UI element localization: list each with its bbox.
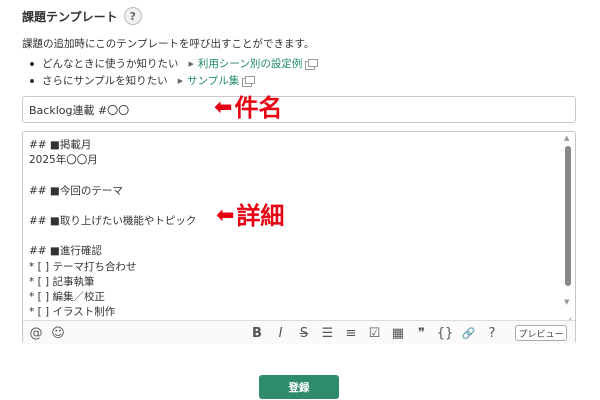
numbered-list-icon[interactable]: ≡	[341, 324, 361, 342]
detail-textarea[interactable]: ## ■掲載月 2025年〇〇月 ## ■今回のテーマ ## ■取り上げたい機能やトピ…	[29, 138, 559, 320]
question-circle-icon[interactable]: ?	[123, 7, 142, 25]
triangle-icon: ▶	[177, 76, 184, 85]
subject-annotation: ⬅ 件名	[214, 96, 282, 120]
bold-icon[interactable]: B	[247, 324, 267, 342]
triangle-icon: ▶	[188, 59, 194, 68]
usage-examples-link[interactable]: 利用シーン別の設定例	[198, 56, 302, 71]
resize-handle-icon[interactable]	[564, 310, 573, 319]
help-link-item: どんなときに使うか知りたい ▶ 利用シーン別の設定例	[30, 55, 319, 72]
template-header: 課題テンプレート ?	[22, 6, 142, 26]
help-link-item: さらにサンプルを知りたい ▶ サンプル集	[30, 72, 316, 89]
left-arrow-icon: ⬅	[216, 203, 235, 228]
external-window-icon	[305, 59, 319, 70]
page-title: 課題テンプレート	[22, 9, 118, 24]
detail-line: ## ■今回のテーマ	[29, 184, 123, 197]
detail-line: * [ ] テーマ打ち合わせ	[29, 260, 137, 273]
detail-line: * [ ] 記事執筆	[29, 275, 95, 288]
detail-scrollbar[interactable]: ▲ ▼	[561, 132, 575, 320]
scroll-thumb[interactable]	[565, 146, 571, 286]
scroll-up-icon[interactable]: ▲	[564, 134, 569, 142]
detail-annotation: ⬅ 詳細	[216, 204, 284, 228]
detail-annotation-label: 詳細	[236, 202, 285, 230]
samples-link[interactable]: サンプル集	[187, 73, 239, 88]
link-icon[interactable]: 🔗	[459, 324, 479, 342]
bullet-dot	[30, 78, 34, 83]
bullet-text: どんなときに使うか知りたい	[42, 58, 179, 70]
mention-icon[interactable]: @	[27, 324, 45, 342]
subject-annotation-label: 件名	[234, 94, 283, 122]
detail-line: ## ■掲載月	[29, 139, 92, 151]
table-icon[interactable]: ▦	[388, 324, 408, 342]
detail-line	[29, 229, 559, 244]
detail-line	[29, 168, 559, 183]
detail-line: * [ ] イラスト制作	[29, 306, 116, 319]
external-window-icon	[242, 76, 256, 87]
submit-button[interactable]: 登録	[259, 375, 339, 399]
scroll-down-icon[interactable]: ▼	[564, 298, 569, 306]
code-icon[interactable]: {}	[435, 324, 455, 342]
italic-icon[interactable]: I	[271, 324, 291, 342]
emoji-icon[interactable]: ☺	[49, 324, 67, 342]
left-arrow-icon: ⬅	[214, 95, 233, 120]
bullet-text: さらにサンプルを知りたい	[42, 75, 168, 87]
detail-line: 2025年〇〇月	[29, 154, 98, 167]
checklist-icon[interactable]: ☑	[365, 324, 385, 342]
bullet-list-icon[interactable]: ☰	[318, 324, 338, 342]
quote-icon[interactable]: ❞	[412, 324, 432, 342]
subject-input[interactable]: Backlog連載 #〇〇	[22, 96, 576, 123]
detail-line: ## ■取り上げたい機能やトピック	[29, 214, 197, 227]
strikethrough-icon[interactable]: S	[294, 324, 314, 342]
detail-line: ## ■進行確認	[29, 245, 102, 258]
help-icon[interactable]: ?	[482, 324, 502, 342]
template-description: 課題の追加時にこのテンプレートを呼び出すことができます。	[22, 38, 315, 50]
detail-line	[29, 199, 559, 214]
detail-editor[interactable]: ## ■掲載月 2025年〇〇月 ## ■今回のテーマ ## ■取り上げたい機能やトピ…	[22, 131, 576, 344]
bullet-dot	[30, 61, 34, 66]
editor-toolbar: プレビュー @ ☺ B I S ☰ ≡ ☑ ▦ ❞{} 🔗?	[23, 320, 575, 344]
detail-line: * [ ] 編集／校正	[29, 290, 105, 303]
help-links-list: どんなときに使うか知りたい ▶ 利用シーン別の設定例 さらにサンプルを知りたい …	[30, 55, 319, 89]
preview-button[interactable]: プレビュー	[515, 325, 567, 341]
